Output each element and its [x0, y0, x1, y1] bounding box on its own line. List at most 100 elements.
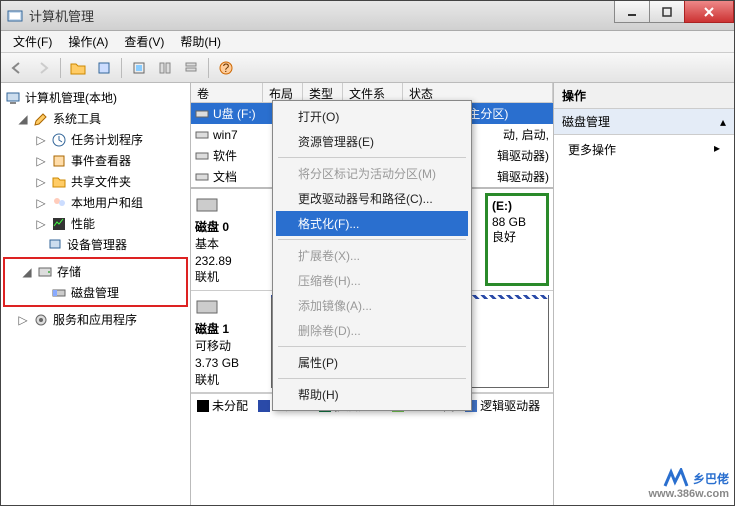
expand-icon[interactable]: ▷: [17, 313, 29, 327]
toolbar-separator: [208, 58, 209, 78]
perf-icon: [51, 216, 67, 232]
col-volume[interactable]: 卷: [191, 83, 263, 102]
chevron-up-icon: ▴: [720, 115, 726, 129]
disk-title: 磁盘 0: [195, 219, 265, 236]
ctx-mark-active: 将分区标记为活动分区(M): [276, 161, 468, 186]
expand-icon[interactable]: ▷: [35, 175, 47, 189]
tree-shared[interactable]: ▷ 共享文件夹: [3, 171, 188, 192]
ctx-format[interactable]: 格式化(F)...: [276, 211, 468, 236]
actions-more-label: 更多操作: [568, 141, 616, 158]
collapse-icon[interactable]: ◢: [17, 112, 29, 126]
window-controls: [615, 1, 734, 23]
minimize-button[interactable]: [614, 1, 650, 23]
help-button[interactable]: ?: [214, 56, 238, 80]
menu-file[interactable]: 文件(F): [5, 31, 60, 52]
menu-help[interactable]: 帮助(H): [172, 31, 229, 52]
disk-state: 联机: [195, 372, 265, 389]
event-icon: [51, 153, 67, 169]
tools-icon: [33, 111, 49, 127]
tree-users[interactable]: ▷ 本地用户和组: [3, 192, 188, 213]
ctx-mirror: 添加镜像(A)...: [276, 293, 468, 318]
disk-state: 联机: [195, 269, 265, 286]
legend-unalloc: 未分配: [197, 397, 248, 414]
disk-0-label[interactable]: 磁盘 0 基本 232.89 联机: [195, 193, 265, 286]
expand-icon[interactable]: ▷: [35, 133, 47, 147]
tree-event[interactable]: ▷ 事件查看器: [3, 150, 188, 171]
partition-e[interactable]: (E:) 88 GB 良好: [485, 193, 549, 286]
close-button[interactable]: [684, 1, 734, 23]
tree-task[interactable]: ▷ 任务计划程序: [3, 129, 188, 150]
ctx-shrink: 压缩卷(H)...: [276, 268, 468, 293]
users-icon: [51, 195, 67, 211]
toolbar: ?: [1, 53, 734, 83]
expand-icon[interactable]: ▷: [35, 217, 47, 231]
tree-root-label: 计算机管理(本地): [25, 89, 117, 106]
tree-systools[interactable]: ◢ 系统工具: [3, 108, 188, 129]
watermark: 乡巴佬 www.386w.com: [649, 468, 730, 500]
disk-icon: [195, 295, 219, 319]
ctx-separator: [278, 157, 466, 158]
watermark-text: 乡巴佬: [693, 470, 729, 487]
storage-icon: [37, 264, 53, 280]
actions-section[interactable]: 磁盘管理 ▴: [554, 109, 734, 135]
vol-tail: 动, 启动,: [503, 126, 549, 143]
tree-perf[interactable]: ▷ 性能: [3, 213, 188, 234]
disk-kind: 基本: [195, 236, 265, 253]
drive-icon: [195, 149, 209, 163]
ctx-change-letter[interactable]: 更改驱动器号和路径(C)...: [276, 186, 468, 211]
actions-header: 操作: [554, 83, 734, 109]
ctx-open[interactable]: 打开(O): [276, 104, 468, 129]
expand-icon[interactable]: ▷: [35, 196, 47, 210]
tree-storage-highlight: ◢ 存储 磁盘管理: [3, 257, 188, 307]
tree-shared-label: 共享文件夹: [71, 173, 131, 190]
expand-icon[interactable]: ▷: [35, 154, 47, 168]
toolbar-separator: [121, 58, 122, 78]
part-size: 88 GB: [492, 215, 526, 229]
props-button[interactable]: [92, 56, 116, 80]
tree-perf-label: 性能: [71, 215, 95, 232]
ctx-separator: [278, 346, 466, 347]
folder-button[interactable]: [66, 56, 90, 80]
tree-root[interactable]: 计算机管理(本地): [3, 87, 188, 108]
actions-section-label: 磁盘管理: [562, 113, 610, 130]
list-button[interactable]: [153, 56, 177, 80]
tree-services-label: 服务和应用程序: [53, 311, 137, 328]
actions-more[interactable]: 更多操作 ▸: [554, 135, 734, 164]
chevron-right-icon: ▸: [714, 141, 720, 158]
vol-tail: 辑驱动器): [497, 168, 549, 185]
ctx-explorer[interactable]: 资源管理器(E): [276, 129, 468, 154]
disk-1-label[interactable]: 磁盘 1 可移动 3.73 GB 联机: [195, 295, 265, 388]
collapse-icon[interactable]: ◢: [21, 265, 33, 279]
menu-bar: 文件(F) 操作(A) 查看(V) 帮助(H): [1, 31, 734, 53]
app-icon: [7, 8, 23, 24]
ctx-delete: 删除卷(D)...: [276, 318, 468, 343]
ctx-help[interactable]: 帮助(H): [276, 382, 468, 407]
maximize-button[interactable]: [649, 1, 685, 23]
watermark-logo-icon: [663, 468, 691, 488]
computer-icon: [5, 90, 21, 106]
context-menu: 打开(O) 资源管理器(E) 将分区标记为活动分区(M) 更改驱动器号和路径(C…: [272, 100, 472, 411]
legend-logical: 逻辑驱动器: [465, 397, 540, 414]
title-bar: 计算机管理: [1, 1, 734, 31]
tree-devmgr[interactable]: 设备管理器: [3, 234, 188, 255]
ctx-properties[interactable]: 属性(P): [276, 350, 468, 375]
vol-name: win7: [213, 128, 238, 142]
tree-services[interactable]: ▷ 服务和应用程序: [3, 309, 188, 330]
disk-size: 232.89: [195, 253, 265, 270]
tree-diskmgmt[interactable]: 磁盘管理: [7, 282, 184, 303]
menu-action[interactable]: 操作(A): [60, 31, 116, 52]
tree-storage[interactable]: ◢ 存储: [7, 261, 184, 282]
forward-button[interactable]: [31, 56, 55, 80]
detail-button[interactable]: [179, 56, 203, 80]
part-status: 良好: [492, 230, 516, 244]
drive-icon: [195, 128, 209, 142]
tree-task-label: 任务计划程序: [71, 131, 143, 148]
tree-diskmgmt-label: 磁盘管理: [71, 284, 119, 301]
menu-view[interactable]: 查看(V): [116, 31, 172, 52]
folder-icon: [51, 174, 67, 190]
tree-devmgr-label: 设备管理器: [67, 236, 127, 253]
device-icon: [47, 237, 63, 253]
tree-event-label: 事件查看器: [71, 152, 131, 169]
back-button[interactable]: [5, 56, 29, 80]
refresh-button[interactable]: [127, 56, 151, 80]
